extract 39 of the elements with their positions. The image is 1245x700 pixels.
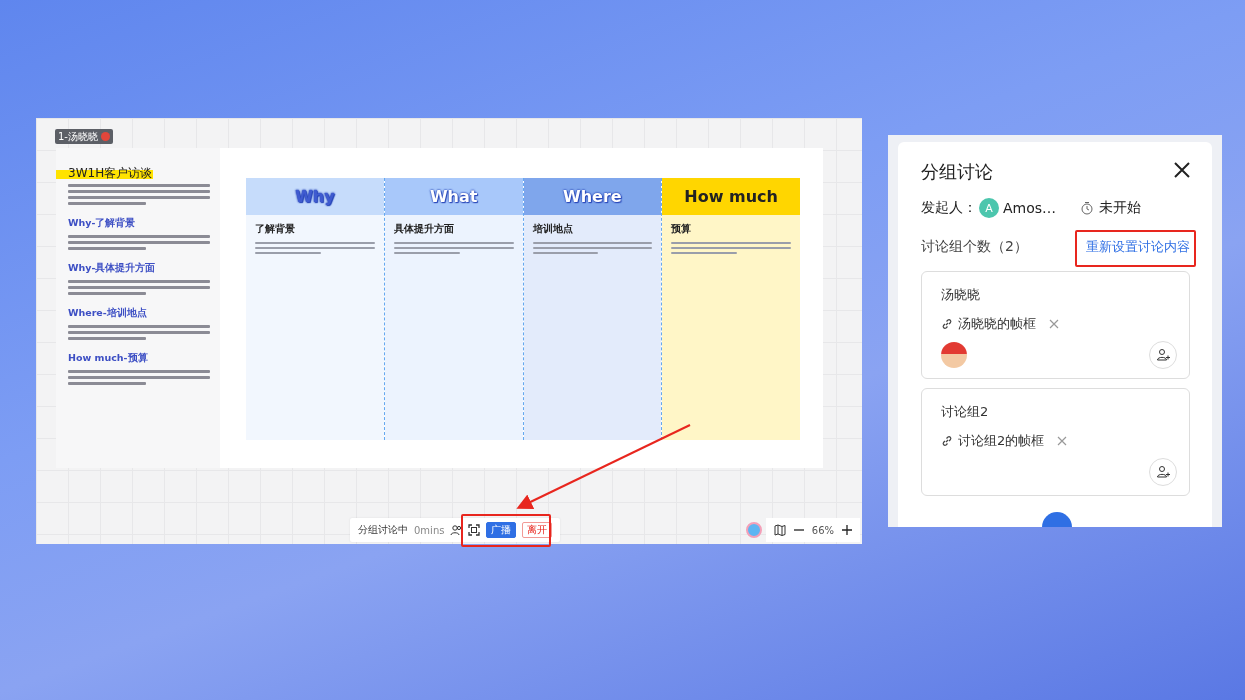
cell-heading: 具体提升方面 xyxy=(393,222,455,236)
group-count-label: 讨论组个数（2） xyxy=(921,238,1028,256)
section-heading: Where-培训地点 xyxy=(68,307,148,320)
initiator-name: Amos… xyxy=(1003,200,1057,216)
leave-button[interactable]: 离开 xyxy=(522,522,553,538)
frame-link[interactable]: 讨论组2的帧框 xyxy=(958,432,1045,450)
column-header: How much xyxy=(662,178,800,215)
column-header: What xyxy=(384,178,523,215)
zoom-in-button[interactable] xyxy=(842,525,852,535)
group-name: 讨论组2 xyxy=(941,403,990,421)
initiator-label: 发起人： xyxy=(921,199,977,217)
link-icon xyxy=(941,435,953,447)
zoom-level: 66% xyxy=(811,524,834,536)
remove-icon[interactable] xyxy=(1057,436,1068,446)
map-icon[interactable] xyxy=(773,524,786,536)
column-header: Why xyxy=(246,178,384,215)
section-heading: How much-预算 xyxy=(68,352,149,365)
people-icon[interactable] xyxy=(450,524,463,536)
frame-link[interactable]: 汤晓晓的帧框 xyxy=(958,315,1036,333)
avatar-icon xyxy=(101,132,110,141)
frame-icon[interactable] xyxy=(468,524,481,536)
cell-heading: 了解背景 xyxy=(255,222,296,236)
column-header: Where xyxy=(523,178,662,215)
timer-label: 0mins xyxy=(414,524,445,536)
avatar-initial: A xyxy=(979,198,999,218)
status-label: 分组讨论中 xyxy=(358,523,408,537)
section-heading: Why-了解背景 xyxy=(68,217,137,230)
remove-icon[interactable] xyxy=(1049,319,1059,329)
timer-icon xyxy=(1080,201,1095,215)
status-label: 未开始 xyxy=(1099,199,1142,217)
cell-heading: 培训地点 xyxy=(532,222,574,236)
broadcast-button[interactable]: 广播 xyxy=(486,522,517,538)
frame-tag[interactable]: 1-汤晓晓 xyxy=(55,129,113,144)
group-name: 汤晓晓 xyxy=(941,286,981,304)
link-icon xyxy=(941,318,953,330)
section-heading: Why-具体提升方面 xyxy=(68,262,157,275)
cell-heading: 预算 xyxy=(671,222,693,236)
reset-content-link[interactable]: 重新设置讨论内容 xyxy=(1086,238,1190,256)
panel-title: 分组讨论 xyxy=(921,160,993,184)
